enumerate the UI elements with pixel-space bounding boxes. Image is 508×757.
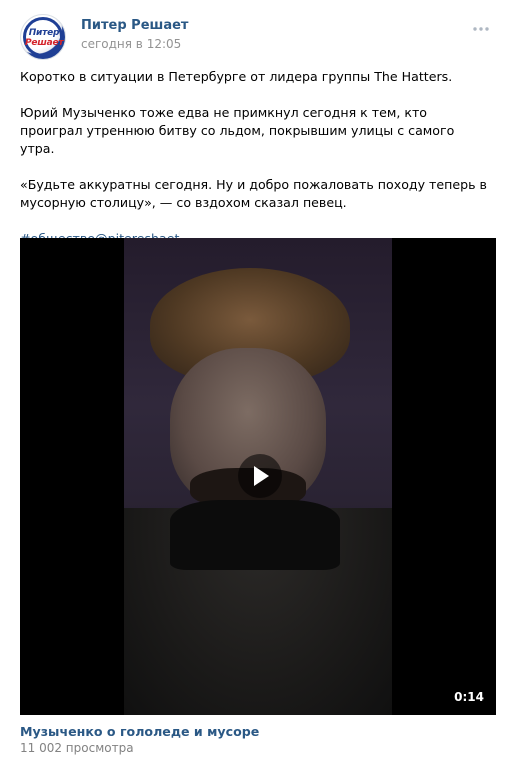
video-player[interactable]: 0:14	[20, 238, 496, 715]
post-time[interactable]: сегодня в 12:05	[81, 37, 181, 51]
video-duration: 0:14	[454, 690, 484, 704]
post-paragraph: Юрий Музыченко тоже едва не примкнул сег…	[20, 105, 455, 156]
video-views: 11 002 просмотра	[20, 741, 134, 755]
avatar[interactable]: Питер Решает	[20, 14, 66, 60]
more-icon[interactable]	[472, 20, 490, 38]
avatar-logo-line1: Питер	[28, 28, 60, 38]
play-button[interactable]	[238, 454, 282, 498]
video-title-link[interactable]: Музыченко о гололеде и мусоре	[20, 724, 259, 739]
post-paragraph: «Будьте аккуратны сегодня. Ну и добро по…	[20, 177, 487, 210]
play-icon	[254, 466, 269, 486]
post-paragraph: Коротко в ситуации в Петербурге от лидер…	[20, 69, 453, 84]
avatar-logo-line2: Решает	[25, 38, 64, 48]
post-header: Питер Решает Питер Решает сегодня в 12:0…	[20, 14, 490, 60]
video-collar	[170, 500, 340, 570]
post-text: Коротко в ситуации в Петербурге от лидер…	[20, 68, 492, 266]
author-name[interactable]: Питер Решает	[81, 18, 188, 33]
